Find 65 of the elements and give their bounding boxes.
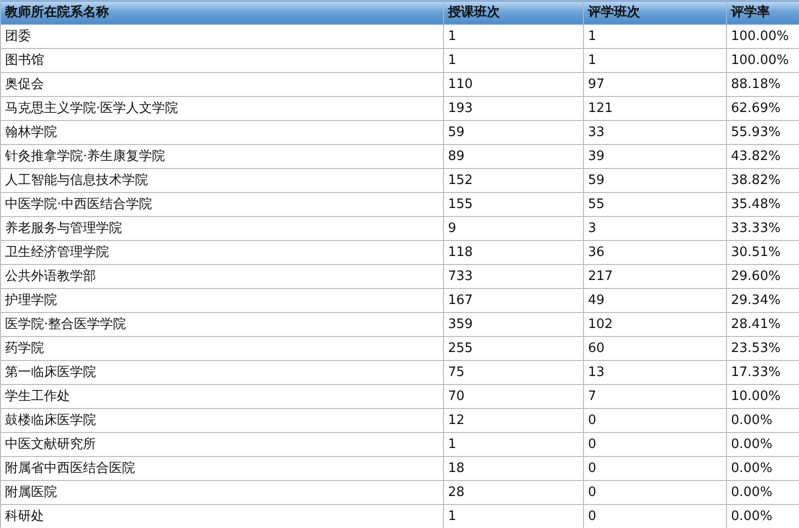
table-cell: 152 [444, 168, 584, 192]
table-cell: 护理学院 [0, 288, 444, 312]
table-cell: 1 [444, 24, 584, 48]
table-cell: 36 [584, 240, 726, 264]
table-cell: 科研处 [0, 504, 444, 528]
table-cell: 359 [444, 312, 584, 336]
table-cell: 13 [584, 360, 726, 384]
table-cell: 39 [584, 144, 726, 168]
table-cell: 养老服务与管理学院 [0, 216, 444, 240]
table-cell: 1 [444, 432, 584, 456]
table-cell: 7 [584, 384, 726, 408]
table-cell: 图书馆 [0, 48, 444, 72]
table-cell: 医学院·整合医学学院 [0, 312, 444, 336]
table-cell: 0 [584, 480, 726, 504]
table-cell: 59 [444, 120, 584, 144]
table-cell: 18 [444, 456, 584, 480]
table-cell: 75 [444, 360, 584, 384]
table-cell: 255 [444, 336, 584, 360]
table-cell: 奥促会 [0, 72, 444, 96]
table-cell: 人工智能与信息技术学院 [0, 168, 444, 192]
table-cell: 0 [584, 408, 726, 432]
table-cell: 167 [444, 288, 584, 312]
table-cell: 学生工作处 [0, 384, 444, 408]
table-cell: 70 [444, 384, 584, 408]
table-cell: 55 [584, 192, 726, 216]
table-cell: 3 [584, 216, 726, 240]
table-cell: 中医文献研究所 [0, 432, 444, 456]
table-cell: 118 [444, 240, 584, 264]
table-cell: 中医学院·中西医结合学院 [0, 192, 444, 216]
table-cell: 针灸推拿学院·养生康复学院 [0, 144, 444, 168]
table-cell: 1 [584, 24, 726, 48]
table-cell: 33 [584, 120, 726, 144]
table-cell: 12 [444, 408, 584, 432]
column-header: 评学班次 [584, 0, 726, 24]
column-header: 评学率 [726, 0, 799, 24]
table-cell: 翰林学院 [0, 120, 444, 144]
table-cell: 9 [444, 216, 584, 240]
table-cell: 1 [584, 48, 726, 72]
column-header: 教师所在院系名称 [0, 0, 444, 24]
table-cell: 28 [444, 480, 584, 504]
table-cell: 卫生经济管理学院 [0, 240, 444, 264]
table-cell: 217 [584, 264, 726, 288]
table-cell: 马克思主义学院·医学人文学院 [0, 96, 444, 120]
table-cell: 附属省中西医结合医院 [0, 456, 444, 480]
table-cell: 49 [584, 288, 726, 312]
table-cell: 团委 [0, 24, 444, 48]
table-cell: 0 [584, 456, 726, 480]
table-cell: 89 [444, 144, 584, 168]
table-cell: 155 [444, 192, 584, 216]
table-cell: 药学院 [0, 336, 444, 360]
table-cell: 鼓楼临床医学院 [0, 408, 444, 432]
table-cell: 公共外语教学部 [0, 264, 444, 288]
table-cell: 1 [444, 48, 584, 72]
table-cell: 第一临床医学院 [0, 360, 444, 384]
table-cell: 121 [584, 96, 726, 120]
table-cell: 733 [444, 264, 584, 288]
table-cell: 59 [584, 168, 726, 192]
table-cell: 0 [584, 432, 726, 456]
table-cell: 附属医院 [0, 480, 444, 504]
column-header: 授课班次 [444, 0, 584, 24]
table-cell: 97 [584, 72, 726, 96]
table-cell: 60 [584, 336, 726, 360]
table-cell: 110 [444, 72, 584, 96]
table-cell: 102 [584, 312, 726, 336]
table-cell: 193 [444, 96, 584, 120]
